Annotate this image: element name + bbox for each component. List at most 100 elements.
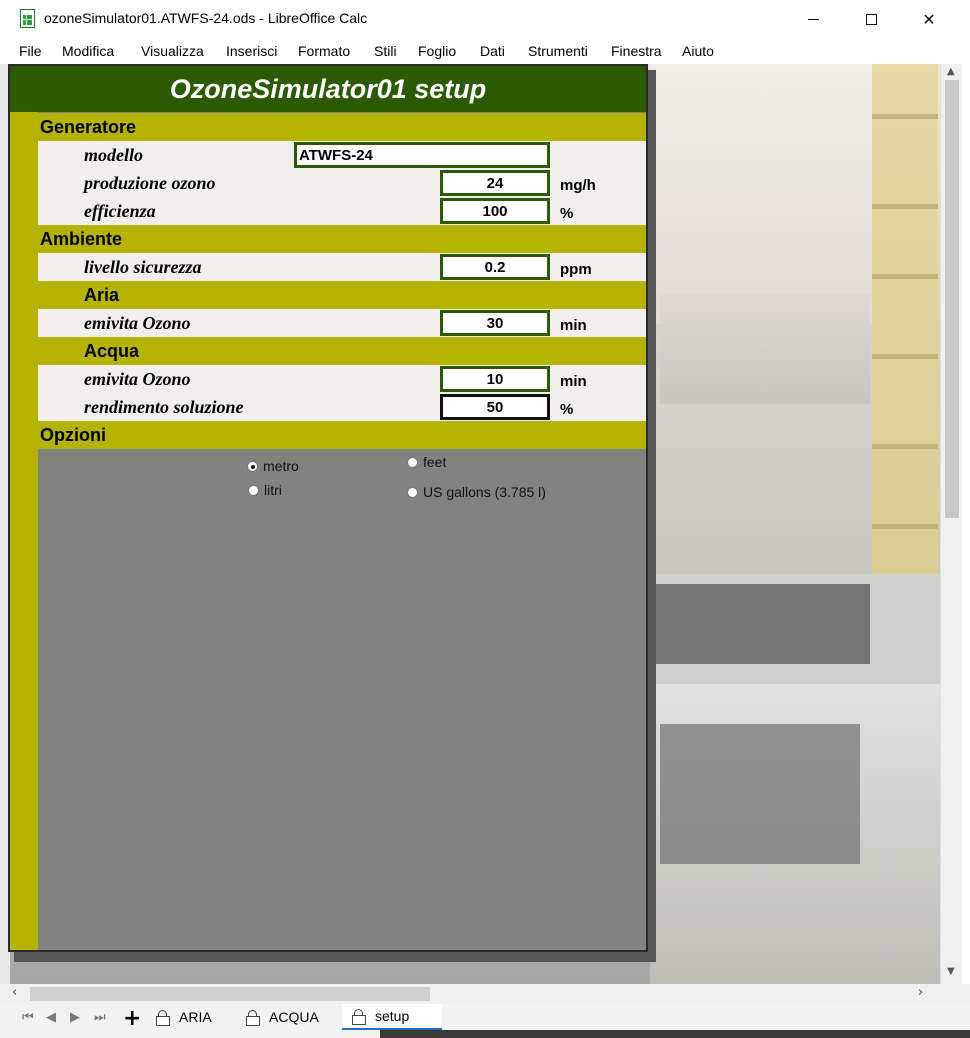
background-cabinet xyxy=(650,64,880,324)
field-label-efficienza: efficienza xyxy=(84,201,156,221)
menu-visualizza[interactable]: Visualizza xyxy=(141,43,204,59)
efficienza-unit: % xyxy=(560,205,574,222)
radio-unselected-icon[interactable] xyxy=(407,486,418,498)
livello-sicurezza-input[interactable]: 0.2 xyxy=(440,254,550,280)
window-title: ozoneSimulator01.ATWFS-24.ods - LibreOff… xyxy=(44,10,368,26)
last-sheet-icon[interactable]: ⏭ xyxy=(94,1010,106,1025)
menu-stili[interactable]: Stili xyxy=(374,43,397,59)
horizontal-scroll-thumb[interactable] xyxy=(30,987,430,1001)
field-row-modello: modello ATWFS-24 xyxy=(38,141,646,169)
maximize-button[interactable] xyxy=(848,0,894,38)
section-label: Aria xyxy=(84,285,120,305)
first-sheet-icon[interactable]: ⏮ xyxy=(22,1010,34,1025)
section-label: Opzioni xyxy=(40,425,106,445)
right-edge xyxy=(962,64,970,984)
rendimento-soluzione-input[interactable]: 50 xyxy=(440,394,550,420)
radio-us-gallons[interactable]: US gallons (3.785 l) xyxy=(407,484,546,500)
radio-metro[interactable]: metro xyxy=(247,458,299,474)
field-row-produzione-ozono: produzione ozono 24 mg/h xyxy=(38,169,646,197)
radio-litri[interactable]: litri xyxy=(248,482,282,498)
produzione-ozono-unit: mg/h xyxy=(560,177,596,194)
sheet-tab-label: setup xyxy=(375,1008,410,1024)
efficienza-input[interactable]: 100 xyxy=(440,198,550,224)
produzione-ozono-input[interactable]: 24 xyxy=(440,170,550,196)
calc-document-icon xyxy=(20,9,35,28)
minimize-button[interactable] xyxy=(790,0,836,38)
radio-label-metro: metro xyxy=(263,458,299,474)
lock-icon xyxy=(156,1010,170,1026)
background-hood xyxy=(660,294,870,404)
section-ambiente: Ambiente xyxy=(38,225,646,253)
menu-modifica[interactable]: Modifica xyxy=(62,43,114,59)
menu-inserisci[interactable]: Inserisci xyxy=(226,43,277,59)
menu-finestra[interactable]: Finestra xyxy=(611,43,662,59)
section-aria: Aria xyxy=(38,281,646,309)
field-row-acqua-emivita: emivita Ozono 10 min xyxy=(38,365,646,393)
section-label: Acqua xyxy=(84,341,140,361)
sheet-tab-label: ARIA xyxy=(179,1009,212,1025)
field-label-livello-sicurezza: livello sicurezza xyxy=(84,257,202,277)
section-opzioni: Opzioni xyxy=(38,421,646,449)
background-oven xyxy=(660,724,860,864)
rendimento-soluzione-unit: % xyxy=(560,401,574,418)
field-label-modello: modello xyxy=(84,145,143,165)
section-label: Ambiente xyxy=(40,229,123,249)
setup-form: OzoneSimulator01 setup Generatore modell… xyxy=(8,64,648,952)
field-label-acqua-emivita: emivita Ozono xyxy=(84,369,191,389)
radio-label-litri: litri xyxy=(264,482,282,498)
field-row-aria-emivita: emivita Ozono 30 min xyxy=(38,309,646,337)
minimize-icon xyxy=(807,18,819,20)
acqua-emivita-input[interactable]: 10 xyxy=(440,366,550,392)
radio-feet[interactable]: feet xyxy=(407,454,446,470)
lock-icon xyxy=(246,1010,260,1026)
scroll-down-icon[interactable]: ▼ xyxy=(947,966,955,977)
menu-foglio[interactable]: Foglio xyxy=(418,43,456,59)
scroll-up-icon[interactable]: ▲ xyxy=(947,66,955,77)
status-bar xyxy=(380,1030,970,1038)
livello-sicurezza-unit: ppm xyxy=(560,261,592,278)
menu-file[interactable]: File xyxy=(19,43,42,59)
field-label-rendimento-soluzione: rendimento soluzione xyxy=(84,397,244,417)
menu-formato[interactable]: Formato xyxy=(298,43,350,59)
maximize-icon xyxy=(865,13,877,25)
radio-unselected-icon[interactable] xyxy=(248,484,259,496)
add-sheet-icon[interactable]: + xyxy=(123,1006,141,1031)
section-acqua: Acqua xyxy=(38,337,646,365)
form-title-band: OzoneSimulator01 setup xyxy=(10,66,646,112)
form-title: OzoneSimulator01 setup xyxy=(169,73,487,104)
close-button[interactable]: ✕ xyxy=(906,0,952,38)
lock-icon xyxy=(352,1009,366,1025)
radio-selected-icon[interactable] xyxy=(247,460,258,472)
aria-emivita-input[interactable]: 30 xyxy=(440,310,550,336)
radio-unselected-icon[interactable] xyxy=(407,456,418,468)
previous-sheet-icon[interactable]: ◀ xyxy=(46,1010,56,1025)
vertical-scrollbar[interactable]: ▲ ▼ xyxy=(940,64,962,984)
radio-label-us-gallons: US gallons (3.785 l) xyxy=(423,484,546,500)
sheet-tab-label: ACQUA xyxy=(269,1009,319,1025)
next-sheet-icon[interactable]: ▶ xyxy=(70,1010,80,1025)
scroll-right-icon[interactable]: › xyxy=(918,985,923,1000)
sheet-tab-aria[interactable]: ARIA xyxy=(146,1004,222,1030)
acqua-emivita-unit: min xyxy=(560,373,587,390)
vertical-scroll-thumb[interactable] xyxy=(945,80,959,518)
modello-input[interactable]: ATWFS-24 xyxy=(294,142,550,168)
scroll-left-icon[interactable]: ‹ xyxy=(12,985,17,1000)
menu-dati[interactable]: Dati xyxy=(480,43,505,59)
field-row-livello-sicurezza: livello sicurezza 0.2 ppm xyxy=(38,253,646,281)
section-generatore: Generatore xyxy=(38,113,646,141)
menu-strumenti[interactable]: Strumenti xyxy=(528,43,588,59)
radio-label-feet: feet xyxy=(423,454,447,470)
field-row-efficienza: efficienza 100 % xyxy=(38,197,646,225)
menu-aiuto[interactable]: Aiuto xyxy=(682,43,714,59)
field-label-aria-emivita: emivita Ozono xyxy=(84,313,191,333)
title-bar: ozoneSimulator01.ATWFS-24.ods - LibreOff… xyxy=(0,0,970,38)
form-left-gutter xyxy=(10,112,38,950)
close-icon: ✕ xyxy=(922,9,936,29)
horizontal-scrollbar[interactable]: ‹ › xyxy=(0,984,970,1004)
sheet-tab-acqua[interactable]: ACQUA xyxy=(236,1004,329,1030)
sheet-tab-setup[interactable]: setup xyxy=(342,1004,442,1030)
field-row-rendimento-soluzione: rendimento soluzione 50 % xyxy=(38,393,646,421)
aria-emivita-unit: min xyxy=(560,317,587,334)
field-label-produzione-ozono: produzione ozono xyxy=(84,173,216,193)
section-label: Generatore xyxy=(40,117,137,137)
